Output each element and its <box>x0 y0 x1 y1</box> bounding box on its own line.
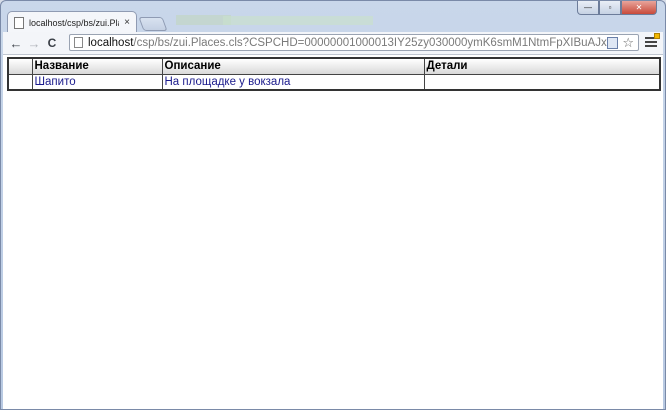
address-bar[interactable]: localhost/csp/bs/zui.Places.cls?CSPCHD=0… <box>69 34 639 51</box>
background-blur <box>223 16 373 25</box>
menu-icon[interactable] <box>645 33 660 49</box>
forward-button[interactable]: → <box>25 34 43 52</box>
place-name-link[interactable]: Шапито <box>35 76 76 88</box>
window-controls: — ▫ ✕ <box>577 1 657 15</box>
bookmark-star-icon[interactable]: ☆ <box>622 36 634 49</box>
page-icon <box>74 37 83 48</box>
page-viewport: Название Описание Детали Шапито На площа… <box>3 54 663 409</box>
update-badge-icon <box>654 33 660 39</box>
tab-strip: localhost/csp/bs/zui.Places × — ▫ ✕ <box>1 1 665 33</box>
page-favicon-icon <box>14 16 24 29</box>
url-text[interactable]: localhost/csp/bs/zui.Places.cls?CSPCHD=0… <box>88 37 607 49</box>
column-header-select <box>7 57 33 75</box>
browser-tab[interactable]: localhost/csp/bs/zui.Places × <box>7 11 137 33</box>
maximize-button[interactable]: ▫ <box>599 1 621 15</box>
url-host: localhost <box>88 36 134 49</box>
name-cell: Шапито <box>31 73 163 91</box>
description-cell: На площадке у вокзала <box>161 73 425 91</box>
tab-title: localhost/csp/bs/zui.Places <box>29 17 119 28</box>
table-row[interactable]: Шапито На площадке у вокзала <box>7 73 661 91</box>
browser-toolbar: ← → C localhost/csp/bs/zui.Places.cls?CS… <box>3 32 663 54</box>
places-table: Название Описание Детали Шапито На площа… <box>7 57 661 91</box>
close-window-button[interactable]: ✕ <box>621 1 657 15</box>
page-action-icon[interactable] <box>607 36 619 49</box>
column-header-name[interactable]: Название <box>31 57 163 75</box>
url-path: /csp/bs/zui.Places.cls?CSPCHD=0000000100… <box>133 36 608 49</box>
place-description-link[interactable]: На площадке у вокзала <box>165 76 291 88</box>
minimize-button[interactable]: — <box>577 1 599 15</box>
browser-window: localhost/csp/bs/zui.Places × — ▫ ✕ ← → … <box>0 0 666 410</box>
back-button[interactable]: ← <box>7 34 25 52</box>
new-tab-button[interactable] <box>138 17 168 31</box>
row-mark-cell <box>7 73 33 91</box>
reload-button[interactable]: C <box>43 34 61 52</box>
tab-close-icon[interactable]: × <box>124 17 130 28</box>
column-header-details[interactable]: Детали <box>423 57 661 75</box>
table-header-row: Название Описание Детали <box>7 57 661 75</box>
details-cell <box>423 73 661 91</box>
column-header-description[interactable]: Описание <box>161 57 425 75</box>
